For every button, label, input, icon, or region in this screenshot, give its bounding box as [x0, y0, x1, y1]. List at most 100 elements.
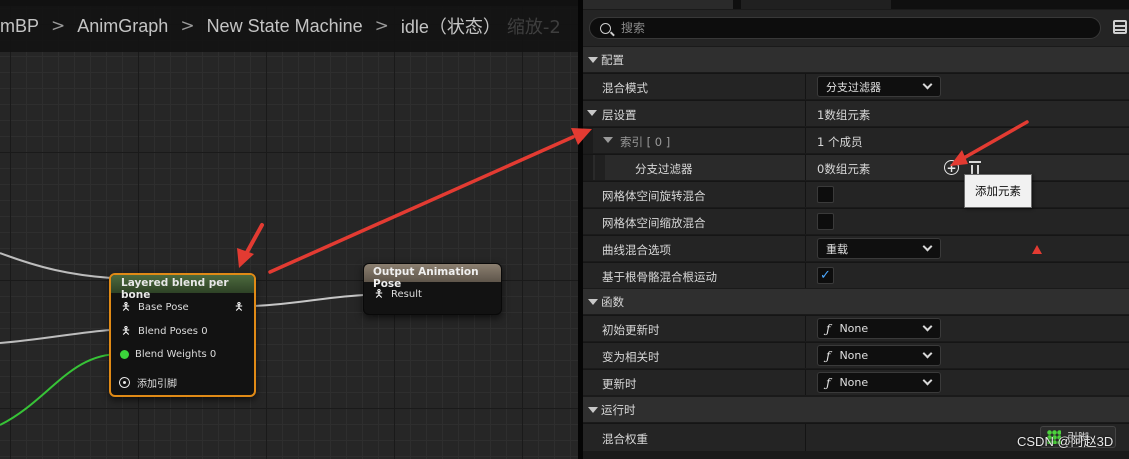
property-row-become-relevant: 变为相关时 ƒ None	[583, 342, 1129, 368]
details-panel: 配置 混合模式 分支过滤器 层设置 1数组元素 索引 [ 0 ] 1 个成员	[583, 0, 1129, 459]
property-label: 网格体空间缩放混合	[602, 216, 706, 230]
pin-label: Blend Poses 0	[138, 325, 208, 337]
become-relevant-function-dropdown[interactable]: ƒ None	[817, 345, 941, 366]
breadcrumb-item[interactable]: idle（状态）	[401, 13, 501, 39]
search-field[interactable]	[589, 17, 1101, 39]
category-runtime[interactable]: 运行时	[583, 397, 1129, 422]
view-options-icon[interactable]	[1113, 20, 1127, 34]
red-marker-icon	[1032, 245, 1042, 254]
property-label: 基于根骨骼混合根运动	[602, 270, 717, 284]
property-label: 曲线混合选项	[602, 243, 671, 257]
category-label: 函数	[601, 295, 624, 309]
property-row-layer-setup[interactable]: 层设置 1数组元素	[583, 100, 1129, 126]
details-tab-strip	[583, 0, 1129, 9]
zoom-level: 缩放-2	[506, 17, 561, 38]
curve-blend-dropdown[interactable]: 重载	[817, 238, 941, 259]
chevron-right-icon: >	[374, 16, 389, 36]
breadcrumb-item[interactable]: mBP	[0, 16, 39, 37]
breadcrumb: mBP > AnimGraph > New State Machine > id…	[0, 0, 578, 52]
category-config[interactable]: 配置	[583, 47, 1129, 72]
property-value: 1 个成员	[817, 135, 863, 149]
category-label: 运行时	[601, 403, 636, 417]
output-pose-pin[interactable]: 🯅	[233, 300, 251, 313]
property-label: 更新时	[602, 377, 637, 391]
property-label: 层设置	[602, 108, 637, 122]
category-label: 配置	[601, 53, 624, 67]
watermark: CSDN @阿赵3D	[1017, 434, 1114, 449]
search-bar	[583, 10, 1129, 46]
dropdown-value: 分支过滤器	[826, 80, 881, 94]
property-label: 变为相关时	[602, 350, 660, 364]
tooltip: 添加元素	[964, 174, 1032, 208]
dropdown-value: None	[839, 322, 869, 335]
property-row-root-motion: 基于根骨骼混合根运动 ✓	[583, 262, 1129, 288]
pin-blend-poses[interactable]: 🯅 Blend Poses 0	[120, 323, 208, 337]
wire-blend-weights	[0, 352, 124, 426]
breadcrumb-item[interactable]: AnimGraph	[77, 16, 168, 37]
expand-arrow-icon	[587, 110, 597, 116]
category-functions[interactable]: 函数	[583, 289, 1129, 314]
blend-mode-dropdown[interactable]: 分支过滤器	[817, 76, 941, 97]
property-label: 网格体空间旋转混合	[602, 189, 706, 203]
chevron-down-icon	[922, 241, 933, 252]
breadcrumb-item[interactable]: New State Machine	[207, 16, 363, 37]
tab-details[interactable]	[583, 0, 733, 9]
add-element-icon[interactable]: +	[944, 160, 959, 175]
trash-icon[interactable]	[969, 161, 981, 174]
property-row-mesh-rotation: 网格体空间旋转混合	[583, 181, 1129, 207]
pin-label: Blend Weights 0	[135, 349, 217, 360]
chevron-down-icon	[922, 348, 933, 359]
root-motion-checkbox[interactable]: ✓	[817, 267, 834, 284]
pose-pin-icon: 🯅	[121, 299, 131, 313]
dropdown-value: 重载	[826, 242, 848, 256]
property-row-mesh-scale: 网格体空间缩放混合	[583, 208, 1129, 234]
chevron-right-icon: >	[180, 16, 195, 36]
node-title: Layered blend per bone	[111, 275, 254, 301]
initial-update-function-dropdown[interactable]: ƒ None	[817, 318, 941, 339]
pose-pin-icon: 🯅	[121, 323, 131, 337]
property-label: 混合模式	[602, 81, 648, 95]
property-row-index0[interactable]: 索引 [ 0 ] 1 个成员	[583, 127, 1129, 153]
property-label: 分支过滤器	[635, 162, 693, 176]
float-pin-icon	[120, 350, 129, 359]
layered-blend-node[interactable]: Layered blend per bone 🯅 Base Pose 🯅 🯅 B…	[109, 273, 256, 397]
property-value: 0数组元素	[817, 162, 871, 176]
expand-arrow-icon	[588, 299, 598, 305]
property-row-on-update: 更新时 ƒ None	[583, 369, 1129, 395]
add-pin-icon	[119, 377, 130, 388]
expand-arrow-icon	[603, 137, 613, 143]
output-pose-node[interactable]: Output Animation Pose 🯅 Result	[363, 263, 502, 315]
mesh-rotation-checkbox[interactable]	[817, 186, 834, 203]
function-icon: ƒ	[826, 348, 831, 363]
on-update-function-dropdown[interactable]: ƒ None	[817, 372, 941, 393]
pin-blend-weights[interactable]: Blend Weights 0	[120, 349, 216, 360]
tab-other[interactable]	[741, 0, 891, 9]
pin-label: Base Pose	[138, 301, 189, 313]
expand-arrow-icon	[588, 57, 598, 63]
function-icon: ƒ	[826, 321, 831, 336]
anim-graph-canvas[interactable]: mBP > AnimGraph > New State Machine > id…	[0, 0, 578, 459]
dropdown-value: None	[839, 376, 869, 389]
ue-editor: mBP > AnimGraph > New State Machine > id…	[0, 0, 1129, 459]
wire-to-output	[253, 294, 368, 307]
mesh-scale-checkbox[interactable]	[817, 213, 834, 230]
pin-result[interactable]: 🯅 Result	[373, 287, 422, 300]
pin-label: Result	[391, 288, 422, 300]
graph-wires	[0, 252, 368, 426]
property-label: 混合权重	[602, 432, 648, 446]
wire-blend-poses	[0, 329, 112, 344]
add-pin-button[interactable]: 添加引脚	[119, 375, 177, 390]
node-title: Output Animation Pose	[364, 264, 501, 290]
property-row-branch-filters[interactable]: 分支过滤器 0数组元素	[583, 154, 1129, 180]
property-label: 初始更新时	[602, 323, 660, 337]
dropdown-value: None	[839, 349, 869, 362]
pin-base-pose[interactable]: 🯅 Base Pose	[120, 299, 189, 313]
search-input[interactable]	[621, 21, 1081, 35]
chevron-down-icon	[922, 79, 933, 90]
chevron-right-icon: >	[51, 16, 66, 36]
chevron-down-icon	[922, 321, 933, 332]
property-row-initial-update: 初始更新时 ƒ None	[583, 315, 1129, 341]
property-label: 索引 [ 0 ]	[620, 135, 671, 149]
pin-label: 添加引脚	[137, 379, 177, 390]
expand-arrow-icon	[588, 407, 598, 413]
